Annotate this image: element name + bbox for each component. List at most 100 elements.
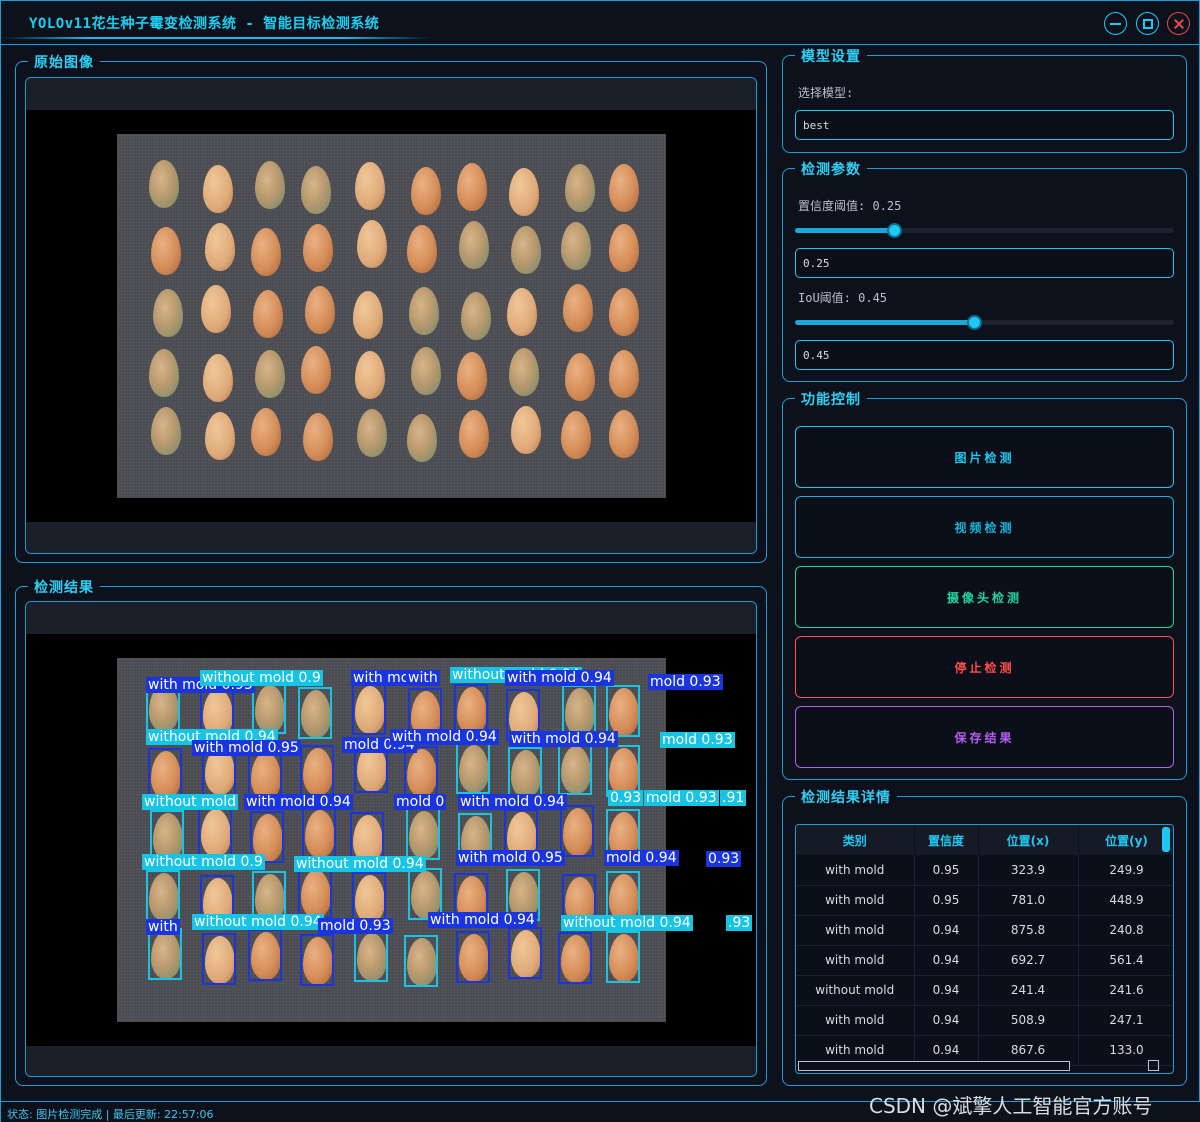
detection-box [146, 870, 180, 922]
peanut-seed [357, 409, 387, 457]
table-cell: 0.95 [914, 885, 979, 916]
column-header-confidence[interactable]: 置信度 [914, 825, 979, 855]
table-row[interactable]: with mold 0.94 875.8 240.8 [796, 915, 1173, 946]
detection-label: without mold 0.9 [200, 670, 323, 686]
minimize-icon [1110, 22, 1121, 25]
table-cell: 781.0 [978, 885, 1079, 916]
save-result-button[interactable]: 保存结果 [795, 706, 1174, 768]
table-row[interactable]: with mold 0.95 323.9 249.9 [796, 855, 1173, 886]
vertical-scrollbar[interactable] [1161, 827, 1171, 1057]
title-bar: YOLOv11花生种子霉变检测系统 - 智能目标检测系统 [1, 1, 1199, 45]
detection-label: with mold 0.94 [509, 731, 618, 747]
column-header-class[interactable]: 类别 [796, 825, 915, 855]
table-row[interactable]: with mold 0.94 508.9 247.1 [796, 1005, 1173, 1036]
detection-box [352, 683, 386, 735]
detection-box [606, 685, 640, 737]
peanut-seed [355, 351, 385, 399]
table-cell: 241.4 [978, 975, 1079, 1006]
peanut-seed [457, 352, 487, 400]
detection-box [248, 929, 282, 981]
iou-slider-fill [795, 320, 975, 325]
detection-result-title: 检测结果 [28, 577, 100, 597]
peanut-seed [459, 221, 489, 269]
detection-box [406, 808, 440, 860]
peanut-seed [609, 288, 639, 336]
peanut-seed [301, 166, 331, 214]
maximize-icon [1142, 18, 1153, 29]
confidence-input[interactable]: 0.25 [795, 248, 1174, 278]
detection-label: with mold 0.94 [390, 729, 499, 745]
select-model-label: 选择模型: [798, 86, 854, 100]
peanut-seed [151, 407, 181, 455]
iou-slider[interactable] [795, 315, 1174, 330]
maximize-button[interactable] [1136, 12, 1159, 35]
peanut-seed [303, 413, 333, 461]
detection-box [558, 932, 592, 984]
column-header-y[interactable]: 位置(y) [1078, 825, 1173, 855]
table-cell: 0.94 [914, 1005, 979, 1036]
peanut-seed [609, 224, 639, 272]
iou-input[interactable]: 0.45 [795, 340, 1174, 370]
detection-box [298, 687, 332, 739]
table-cell: 0.94 [914, 915, 979, 946]
detection-box [456, 931, 490, 983]
detection-box [558, 743, 592, 795]
table-cell: 247.1 [1078, 1005, 1173, 1036]
vertical-scroll-thumb[interactable] [1162, 827, 1170, 852]
scroll-corner [1148, 1060, 1159, 1071]
detection-box [202, 933, 236, 985]
detection-box [508, 927, 542, 979]
table-cell: 249.9 [1078, 855, 1173, 886]
original-image-frame [25, 77, 757, 554]
table-cell: with mold [796, 945, 915, 976]
table-cell: without mold [796, 975, 915, 1006]
detection-label: with mold 0.94 [505, 670, 614, 686]
table-row[interactable]: with mold 0.95 781.0 448.9 [796, 885, 1173, 916]
camera-detect-button[interactable]: 摄像头检测 [795, 566, 1174, 628]
table-cell: 323.9 [978, 855, 1079, 886]
table-row[interactable]: without mold 0.94 241.4 241.6 [796, 975, 1173, 1006]
peanut-seed [355, 162, 385, 210]
stop-detect-button[interactable]: 停止检测 [795, 636, 1174, 698]
peanut-seed [407, 414, 437, 462]
detection-label: with [406, 670, 440, 686]
peanut-seed [251, 228, 281, 276]
iou-slider-handle[interactable] [967, 315, 983, 330]
detection-box [148, 748, 182, 800]
peanut-seed [255, 350, 285, 398]
confidence-slider[interactable] [795, 223, 1174, 238]
peanut-seed [565, 164, 595, 212]
detection-box [148, 928, 182, 980]
table-cell: 692.7 [978, 945, 1079, 976]
video-detect-button[interactable]: 视频检测 [795, 496, 1174, 558]
detection-box [300, 934, 334, 986]
close-button[interactable] [1167, 12, 1190, 35]
result-footer-band [26, 1046, 756, 1076]
table-cell: 0.94 [914, 975, 979, 1006]
detection-label: without mold 0.94 [192, 914, 324, 930]
column-header-x[interactable]: 位置(x) [978, 825, 1079, 855]
peanut-seed [203, 165, 233, 213]
peanut-seed [561, 411, 591, 459]
table-cell: 240.8 [1078, 915, 1173, 946]
model-select[interactable]: best [795, 110, 1174, 140]
horizontal-scrollbar[interactable] [798, 1061, 1156, 1071]
minimize-button[interactable] [1104, 12, 1127, 35]
image-detect-button[interactable]: 图片检测 [795, 426, 1174, 488]
peanut-seed [411, 347, 441, 395]
detection-label: without mold 0.94 [294, 856, 426, 872]
peanut-seed [565, 353, 595, 401]
peanut-seed [149, 349, 179, 397]
detected-peanut-photo [117, 658, 666, 1022]
peanut-seed [303, 224, 333, 272]
peanut-seed [201, 285, 231, 333]
table-row[interactable]: with mold 0.94 692.7 561.4 [796, 945, 1173, 976]
detection-box [606, 931, 640, 983]
horizontal-scroll-thumb[interactable] [798, 1061, 1070, 1071]
peanut-seed [357, 220, 387, 268]
controls-title: 功能控制 [795, 389, 867, 409]
detection-label: mold 0.93 [318, 918, 393, 934]
detection-label: with mold 0.94 [458, 794, 567, 810]
detection-label: mold 0.93 [644, 790, 719, 806]
image-header-band [26, 78, 756, 110]
